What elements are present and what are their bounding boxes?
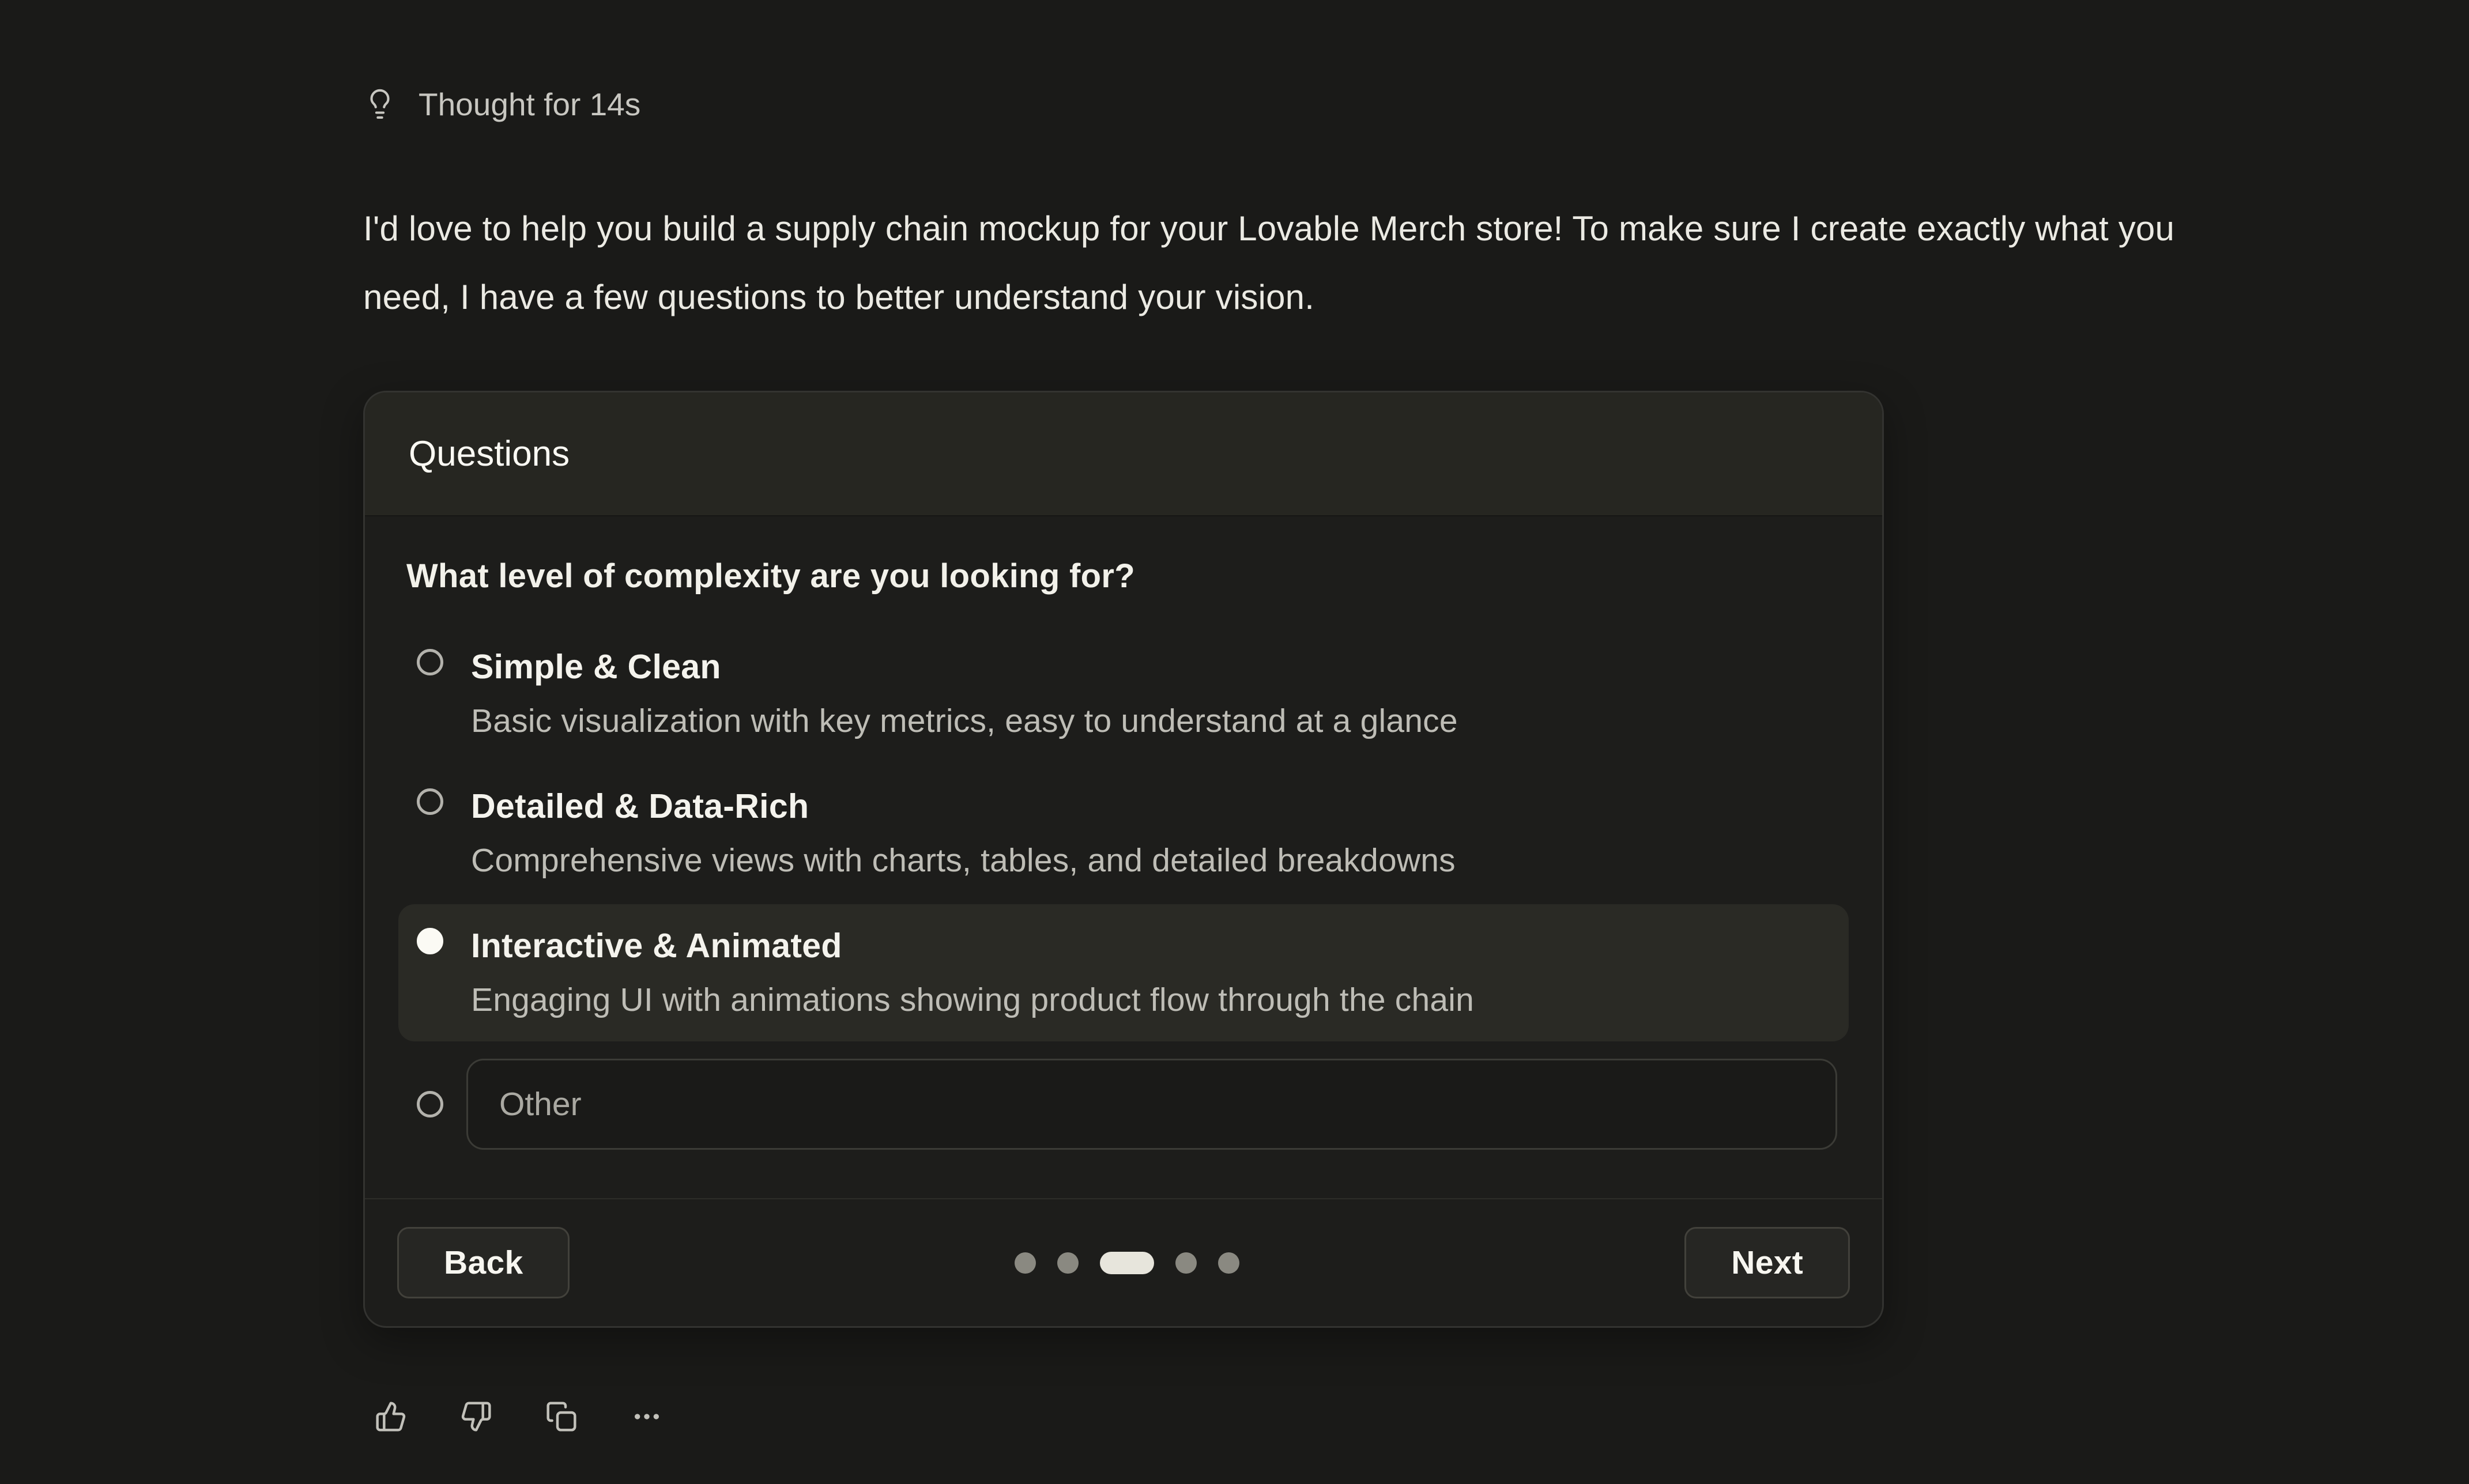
option-detailed-data-rich[interactable]: Detailed & Data-Rich Comprehensive views… <box>398 765 1849 902</box>
thumbs-down-button[interactable] <box>460 1400 492 1433</box>
thumbs-down-icon <box>460 1400 492 1433</box>
copy-icon <box>545 1400 578 1433</box>
question-text: What level of complexity are you looking… <box>398 557 1849 595</box>
copy-button[interactable] <box>545 1400 578 1433</box>
card-title: Questions <box>409 433 570 474</box>
card-footer: Back Next <box>365 1198 1882 1326</box>
card-header: Questions <box>365 392 1882 516</box>
ellipsis-icon <box>631 1400 663 1433</box>
option-description: Comprehensive views with charts, tables,… <box>471 833 1837 888</box>
pagination-dot-active[interactable] <box>1100 1252 1154 1274</box>
option-title: Detailed & Data-Rich <box>471 779 1837 833</box>
card-body: What level of complexity are you looking… <box>365 516 1882 1198</box>
other-input[interactable] <box>466 1059 1837 1150</box>
option-interactive-animated[interactable]: Interactive & Animated Engaging UI with … <box>398 904 1849 1041</box>
option-description: Basic visualization with key metrics, ea… <box>471 694 1837 748</box>
radio-selected-icon <box>417 928 443 954</box>
radio-icon <box>417 788 443 815</box>
option-simple-clean[interactable]: Simple & Clean Basic visualization with … <box>398 625 1849 762</box>
thought-toggle[interactable]: Thought for 14s <box>363 84 640 125</box>
more-options-button[interactable] <box>631 1400 663 1433</box>
message-actions <box>363 1400 2266 1433</box>
thumbs-up-button[interactable] <box>375 1400 407 1433</box>
option-title: Simple & Clean <box>471 640 1837 694</box>
option-description: Engaging UI with animations showing prod… <box>471 973 1837 1027</box>
back-button[interactable]: Back <box>397 1227 570 1298</box>
assistant-message: I'd love to help you build a supply chai… <box>363 194 2202 331</box>
pagination-dot[interactable] <box>1057 1252 1079 1274</box>
option-other[interactable] <box>398 1046 1849 1150</box>
radio-icon <box>417 1091 443 1117</box>
chat-message-block: Thought for 14s I'd love to help you bui… <box>363 84 2266 1433</box>
radio-icon <box>417 649 443 675</box>
pagination-dot[interactable] <box>1015 1252 1036 1274</box>
thought-label: Thought for 14s <box>419 86 640 123</box>
questions-card: Questions What level of complexity are y… <box>363 391 1884 1328</box>
pagination-dots <box>1015 1252 1239 1274</box>
next-button[interactable]: Next <box>1684 1227 1850 1298</box>
pagination-dot[interactable] <box>1218 1252 1239 1274</box>
thumbs-up-icon <box>375 1400 407 1433</box>
option-title: Interactive & Animated <box>471 919 1837 973</box>
lightbulb-icon <box>363 88 397 121</box>
pagination-dot[interactable] <box>1175 1252 1197 1274</box>
